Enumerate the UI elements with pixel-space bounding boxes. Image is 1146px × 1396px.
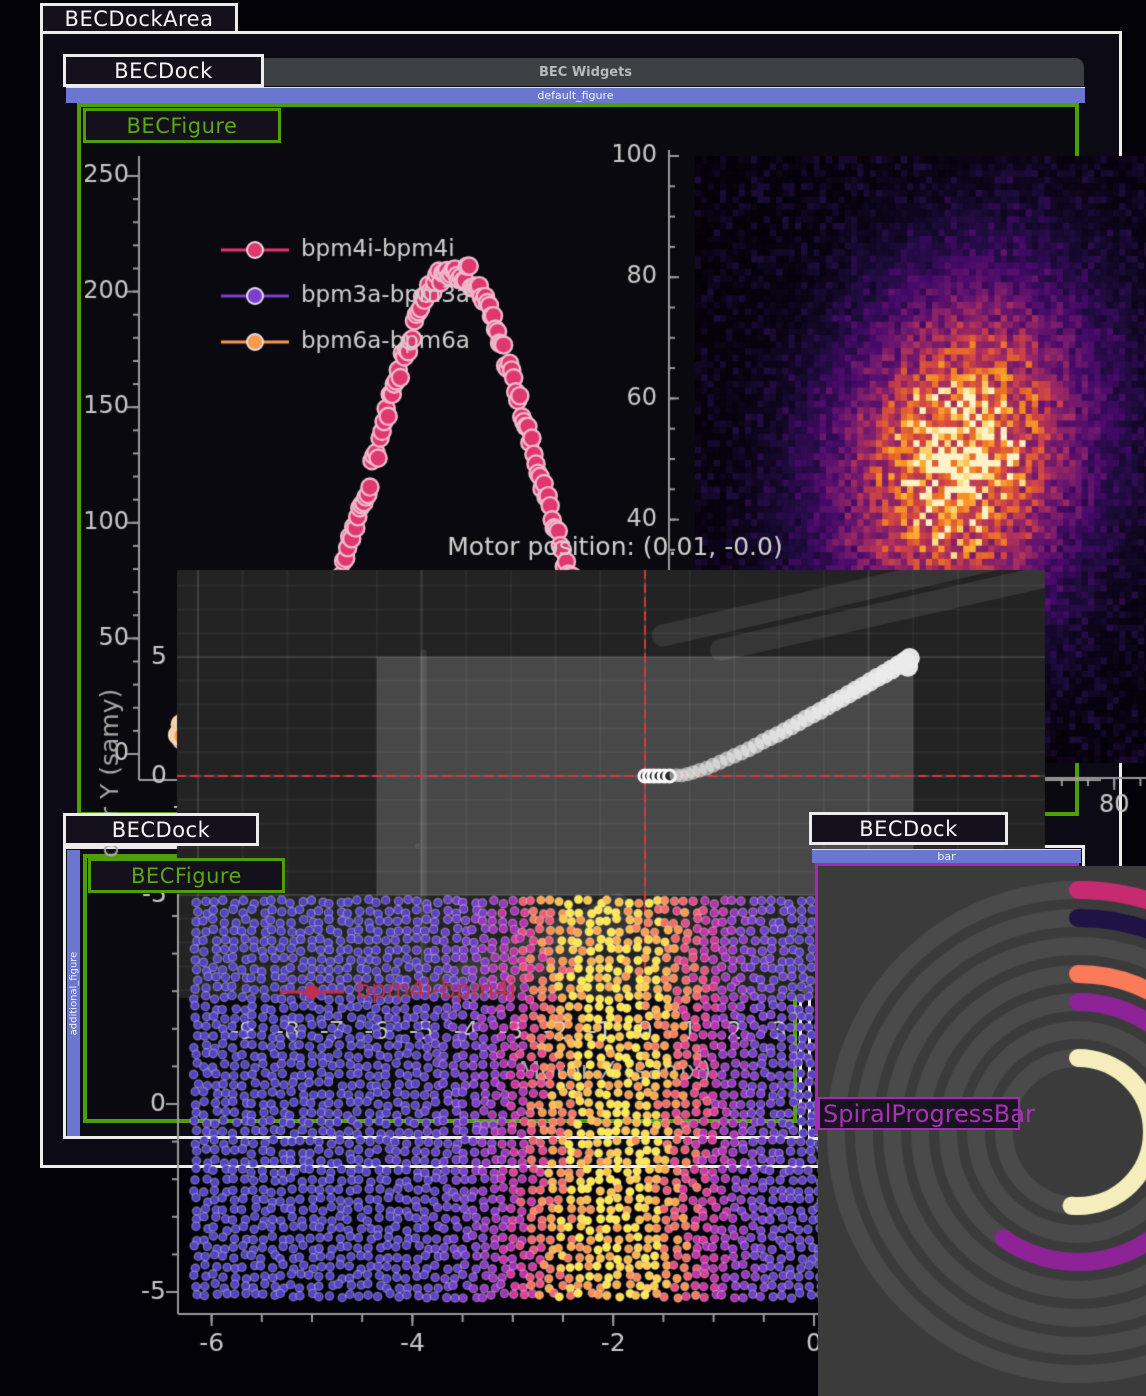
bar-tab[interactable]: bar (812, 849, 1081, 863)
dock-label: BECDock (63, 54, 264, 87)
dock-area-label: BECDockArea (40, 3, 238, 34)
dock-label-text: BECDock (114, 59, 213, 83)
figure-tab-vertical[interactable]: additional_figure (67, 850, 80, 1136)
figure-label: BECFigure (83, 108, 281, 143)
dock-label-text: BECDock (859, 817, 958, 841)
dock-title-text: BEC Widgets (539, 65, 632, 80)
bar-tab-text: bar (937, 850, 955, 863)
dock-label: BECDock (63, 813, 259, 846)
dock-area-label-text: BECDockArea (65, 7, 214, 31)
figure-tab-text: additional_figure (68, 951, 79, 1035)
spiral-progressbar-canvas (818, 866, 1146, 1396)
spiral-progressbar-widget (815, 863, 1079, 1134)
spiral-progressbar-label: SpiralProgressBar (818, 1097, 1020, 1130)
figure-tab-text: default_figure (537, 89, 613, 102)
figure-label: BECFigure (88, 858, 285, 893)
splitter-handle[interactable] (802, 988, 808, 994)
dock-label: BECDock (809, 812, 1008, 845)
figure-label-text: BECFigure (131, 864, 242, 888)
figure-tab[interactable]: default_figure (66, 87, 1085, 103)
spiral-progressbar-label-text: SpiralProgressBar (823, 1100, 1035, 1128)
dock-label-text: BECDock (112, 818, 211, 842)
figure-label-text: BECFigure (127, 114, 238, 138)
splitter-handle[interactable] (415, 843, 421, 849)
